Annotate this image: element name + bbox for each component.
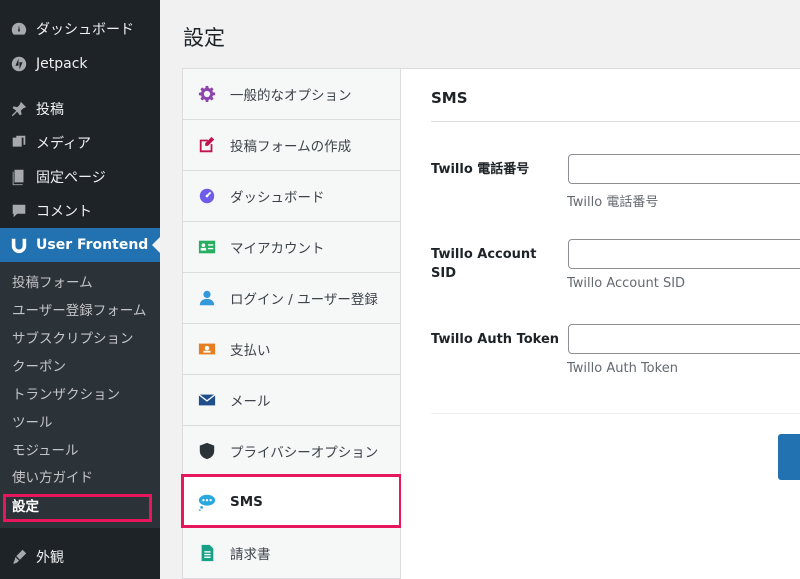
menu-item-dashboard[interactable]: ダッシュボード: [0, 12, 160, 46]
menu-item-appearance[interactable]: 外観: [0, 540, 160, 574]
submenu-item-registration-forms[interactable]: ユーザー登録フォーム: [12, 298, 146, 324]
twilio-phone-description: Twillo 電話番号: [567, 195, 659, 210]
submenu-item-post-forms[interactable]: 投稿フォーム: [12, 270, 93, 296]
menu-item-label: User Frontend: [36, 237, 149, 253]
panel-title: SMS: [431, 89, 468, 107]
user-frontend-icon: [10, 236, 28, 254]
mail-icon: [198, 391, 216, 409]
twilio-account-sid-input[interactable]: [568, 239, 800, 269]
tab-label: ダッシュボード: [230, 190, 325, 206]
gauge-icon: [198, 187, 216, 205]
tab-label: マイアカウント: [230, 241, 325, 257]
tab-label: 投稿フォームの作成: [230, 139, 352, 155]
tab-label: メール: [230, 394, 271, 410]
tab-mail[interactable]: メール: [183, 375, 401, 426]
submenu-item-guide[interactable]: 使い方ガイド: [12, 465, 93, 491]
dashboard-icon: [10, 20, 28, 38]
tab-post-form-creation[interactable]: 投稿フォームの作成: [183, 120, 401, 171]
jetpack-icon: [10, 55, 28, 73]
tab-my-account[interactable]: マイアカウント: [183, 222, 401, 273]
settings-highlight-box: [3, 494, 152, 522]
submenu-item-subscriptions[interactable]: サブスクリプション: [12, 326, 134, 352]
menu-item-user-frontend[interactable]: User Frontend: [0, 228, 160, 262]
submenu-item-transactions[interactable]: トランザクション: [12, 382, 120, 408]
twilio-auth-token-label: Twillo Auth Token: [431, 332, 560, 347]
tab-label: 一般的なオプション: [230, 88, 352, 104]
appearance-icon: [10, 548, 28, 566]
twilio-auth-token-input[interactable]: [568, 324, 800, 354]
submenu-item-tools[interactable]: ツール: [12, 410, 53, 436]
menu-item-jetpack[interactable]: Jetpack: [0, 47, 160, 81]
menu-item-label: コメント: [36, 204, 92, 220]
twilio-account-sid-description: Twillo Account SID: [567, 276, 686, 291]
menu-item-label: 外観: [36, 550, 64, 566]
menu-item-comments[interactable]: コメント: [0, 194, 160, 228]
user-frontend-submenu: 投稿フォーム ユーザー登録フォーム サブスクリプション クーポン トランザクショ…: [0, 262, 160, 528]
menu-item-label: ダッシュボード: [36, 22, 134, 38]
id-card-icon: [198, 238, 216, 256]
sms-settings-panel: SMS Twillo 電話番号 Twillo 電話番号 Twillo Accou…: [401, 68, 800, 579]
tab-label: 支払い: [230, 343, 271, 359]
media-icon: [10, 134, 28, 152]
twilio-phone-label: Twillo 電話番号: [431, 162, 530, 177]
menu-item-label: Jetpack: [36, 56, 88, 72]
tab-privacy-options[interactable]: プライバシーオプション: [183, 426, 401, 477]
divider: [431, 413, 800, 414]
page-title: 設定: [183, 26, 225, 50]
menu-item-label: 投稿: [36, 102, 64, 118]
menu-item-posts[interactable]: 投稿: [0, 92, 160, 126]
tab-payment[interactable]: 支払い: [183, 324, 401, 375]
comment-icon: [10, 202, 28, 220]
sms-tab-highlight-box: [181, 474, 402, 528]
menu-item-pages[interactable]: 固定ページ: [0, 160, 160, 194]
tab-label: ログイン / ユーザー登録: [230, 292, 378, 308]
save-button[interactable]: [778, 434, 800, 480]
submenu-item-coupons[interactable]: クーポン: [12, 354, 66, 380]
tab-label: 請求書: [230, 547, 271, 563]
tab-general-options[interactable]: 一般的なオプション: [183, 69, 401, 120]
edit-icon: [198, 136, 216, 154]
invoice-icon: [198, 544, 216, 562]
gear-icon: [198, 85, 216, 103]
tab-dashboard[interactable]: ダッシュボード: [183, 171, 401, 222]
shield-icon: [198, 442, 216, 460]
twilio-auth-token-description: Twillo Auth Token: [567, 361, 678, 376]
twilio-account-sid-label: Twillo Account SID: [431, 247, 537, 281]
page-icon: [10, 168, 28, 186]
menu-item-media[interactable]: メディア: [0, 126, 160, 160]
pin-icon: [10, 100, 28, 118]
payment-icon: [198, 340, 216, 358]
submenu-item-modules[interactable]: モジュール: [12, 438, 79, 464]
menu-item-label: 固定ページ: [36, 170, 106, 186]
divider: [431, 121, 800, 122]
menu-item-label: メディア: [36, 136, 92, 152]
tab-label: プライバシーオプション: [230, 445, 379, 461]
tab-invoice[interactable]: 請求書: [183, 528, 401, 579]
admin-sidebar: ダッシュボード Jetpack 投稿 メディア 固定ページ コメント User …: [0, 0, 160, 579]
tab-login-registration[interactable]: ログイン / ユーザー登録: [183, 273, 401, 324]
user-icon: [198, 289, 216, 307]
twilio-phone-input[interactable]: [568, 154, 800, 184]
